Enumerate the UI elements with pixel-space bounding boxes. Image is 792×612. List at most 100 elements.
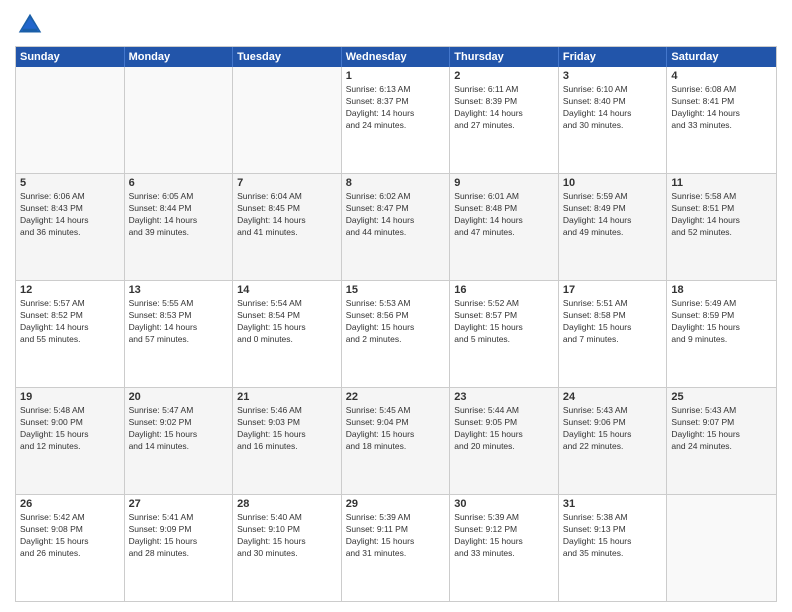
cal-cell-1-4: 9Sunrise: 6:01 AMSunset: 8:48 PMDaylight… (450, 174, 559, 280)
header-day-wednesday: Wednesday (342, 47, 451, 67)
cal-cell-0-2 (233, 67, 342, 173)
day-number: 4 (671, 70, 772, 82)
day-number: 31 (563, 498, 663, 510)
cal-cell-3-6: 25 Sunrise: 5:43 AMSunset: 9:07 PMDayligh… (667, 388, 776, 494)
cal-cell-0-6: 4 Sunrise: 6:08 AMSunset: 8:41 PMDaylight… (667, 67, 776, 173)
cal-cell-4-0: 26 Sunrise: 5:42 AMSunset: 9:08 PMDayligh… (16, 495, 125, 601)
day-number: 3 (563, 70, 663, 82)
cell-content: Sunrise: 5:41 AMSunset: 9:09 PMDaylight:… (129, 512, 229, 560)
cell-content: Sunrise: 5:38 AMSunset: 9:13 PMDaylight:… (563, 512, 663, 560)
cal-cell-0-4: 2 Sunrise: 6:11 AMSunset: 8:39 PMDaylight… (450, 67, 559, 173)
calendar: SundayMondayTuesdayWednesdayThursdayFrid… (15, 46, 777, 602)
cell-content: Sunrise: 5:39 AMSunset: 9:12 PMDaylight:… (454, 512, 554, 560)
cell-content: Sunrise: 5:54 AMSunset: 8:54 PMDaylight:… (237, 298, 337, 346)
cal-cell-4-3: 29 Sunrise: 5:39 AMSunset: 9:11 PMDayligh… (342, 495, 451, 601)
cell-content: Sunrise: 5:52 AMSunset: 8:57 PMDaylight:… (454, 298, 554, 346)
header-day-friday: Friday (559, 47, 668, 67)
day-number: 19 (20, 391, 120, 403)
day-number: 1 (346, 70, 446, 82)
cal-cell-3-2: 21Sunrise: 5:46 AMSunset: 9:03 PMDayligh… (233, 388, 342, 494)
cal-cell-0-5: 3 Sunrise: 6:10 AMSunset: 8:40 PMDaylight… (559, 67, 668, 173)
cal-cell-2-5: 17 Sunrise: 5:51 AMSunset: 8:58 PMDayligh… (559, 281, 668, 387)
header-day-sunday: Sunday (16, 47, 125, 67)
day-number: 25 (671, 391, 772, 403)
cell-content: Sunrise: 5:39 AMSunset: 9:11 PMDaylight:… (346, 512, 446, 560)
cal-cell-2-6: 18 Sunrise: 5:49 AMSunset: 8:59 PMDayligh… (667, 281, 776, 387)
day-number: 26 (20, 498, 120, 510)
cal-cell-2-3: 15 Sunrise: 5:53 AMSunset: 8:56 PMDayligh… (342, 281, 451, 387)
day-number: 24 (563, 391, 663, 403)
cal-cell-2-4: 16 Sunrise: 5:52 AMSunset: 8:57 PMDayligh… (450, 281, 559, 387)
cal-cell-3-4: 23Sunrise: 5:44 AMSunset: 9:05 PMDayligh… (450, 388, 559, 494)
cal-cell-4-6 (667, 495, 776, 601)
cal-cell-0-0 (16, 67, 125, 173)
day-number: 15 (346, 284, 446, 296)
logo-icon (15, 10, 45, 40)
cal-cell-1-2: 7 Sunrise: 6:04 AMSunset: 8:45 PMDaylight… (233, 174, 342, 280)
calendar-header: SundayMondayTuesdayWednesdayThursdayFrid… (16, 47, 776, 67)
cell-content: Sunrise: 6:10 AMSunset: 8:40 PMDaylight:… (563, 84, 663, 132)
cell-content: Sunrise: 5:57 AMSunset: 8:52 PMDaylight:… (20, 298, 120, 346)
day-number: 20 (129, 391, 229, 403)
cell-content: Sunrise: 5:46 AMSunset: 9:03 PMDaylight:… (237, 405, 337, 453)
cal-cell-4-1: 27 Sunrise: 5:41 AMSunset: 9:09 PMDayligh… (125, 495, 234, 601)
day-number: 10 (563, 177, 663, 189)
cal-cell-1-1: 6Sunrise: 6:05 AMSunset: 8:44 PMDaylight… (125, 174, 234, 280)
cal-row-2: 12 Sunrise: 5:57 AMSunset: 8:52 PMDayligh… (16, 281, 776, 388)
cell-content: Sunrise: 5:58 AMSunset: 8:51 PMDaylight:… (671, 191, 772, 239)
cell-content: Sunrise: 5:42 AMSunset: 9:08 PMDaylight:… (20, 512, 120, 560)
cal-cell-1-6: 11 Sunrise: 5:58 AMSunset: 8:51 PMDayligh… (667, 174, 776, 280)
day-number: 12 (20, 284, 120, 296)
cell-content: Sunrise: 6:06 AMSunset: 8:43 PMDaylight:… (20, 191, 120, 239)
cal-cell-3-3: 22 Sunrise: 5:45 AMSunset: 9:04 PMDayligh… (342, 388, 451, 494)
cell-content: Sunrise: 6:08 AMSunset: 8:41 PMDaylight:… (671, 84, 772, 132)
cell-content: Sunrise: 5:48 AMSunset: 9:00 PMDaylight:… (20, 405, 120, 453)
day-number: 18 (671, 284, 772, 296)
day-number: 2 (454, 70, 554, 82)
cell-content: Sunrise: 5:40 AMSunset: 9:10 PMDaylight:… (237, 512, 337, 560)
cal-cell-3-1: 20 Sunrise: 5:47 AMSunset: 9:02 PMDayligh… (125, 388, 234, 494)
cal-cell-2-2: 14Sunrise: 5:54 AMSunset: 8:54 PMDayligh… (233, 281, 342, 387)
day-number: 28 (237, 498, 337, 510)
cell-content: Sunrise: 5:45 AMSunset: 9:04 PMDaylight:… (346, 405, 446, 453)
day-number: 27 (129, 498, 229, 510)
day-number: 17 (563, 284, 663, 296)
header-day-saturday: Saturday (667, 47, 776, 67)
calendar-body: 1 Sunrise: 6:13 AMSunset: 8:37 PMDaylight… (16, 67, 776, 601)
day-number: 11 (671, 177, 772, 189)
cell-content: Sunrise: 5:43 AMSunset: 9:07 PMDaylight:… (671, 405, 772, 453)
day-number: 23 (454, 391, 554, 403)
cell-content: Sunrise: 5:51 AMSunset: 8:58 PMDaylight:… (563, 298, 663, 346)
cell-content: Sunrise: 5:53 AMSunset: 8:56 PMDaylight:… (346, 298, 446, 346)
cell-content: Sunrise: 5:55 AMSunset: 8:53 PMDaylight:… (129, 298, 229, 346)
header-day-tuesday: Tuesday (233, 47, 342, 67)
cal-row-0: 1 Sunrise: 6:13 AMSunset: 8:37 PMDaylight… (16, 67, 776, 174)
cell-content: Sunrise: 6:13 AMSunset: 8:37 PMDaylight:… (346, 84, 446, 132)
cal-cell-4-4: 30Sunrise: 5:39 AMSunset: 9:12 PMDayligh… (450, 495, 559, 601)
day-number: 7 (237, 177, 337, 189)
cal-row-1: 5 Sunrise: 6:06 AMSunset: 8:43 PMDaylight… (16, 174, 776, 281)
cal-cell-1-0: 5 Sunrise: 6:06 AMSunset: 8:43 PMDaylight… (16, 174, 125, 280)
day-number: 6 (129, 177, 229, 189)
day-number: 22 (346, 391, 446, 403)
day-number: 16 (454, 284, 554, 296)
cal-cell-4-5: 31 Sunrise: 5:38 AMSunset: 9:13 PMDayligh… (559, 495, 668, 601)
cal-row-4: 26 Sunrise: 5:42 AMSunset: 9:08 PMDayligh… (16, 495, 776, 601)
cal-cell-3-5: 24 Sunrise: 5:43 AMSunset: 9:06 PMDayligh… (559, 388, 668, 494)
cell-content: Sunrise: 5:43 AMSunset: 9:06 PMDaylight:… (563, 405, 663, 453)
header (15, 10, 777, 40)
day-number: 13 (129, 284, 229, 296)
day-number: 29 (346, 498, 446, 510)
cal-cell-1-3: 8Sunrise: 6:02 AMSunset: 8:47 PMDaylight… (342, 174, 451, 280)
day-number: 8 (346, 177, 446, 189)
cell-content: Sunrise: 6:11 AMSunset: 8:39 PMDaylight:… (454, 84, 554, 132)
cell-content: Sunrise: 5:59 AMSunset: 8:49 PMDaylight:… (563, 191, 663, 239)
cal-cell-3-0: 19 Sunrise: 5:48 AMSunset: 9:00 PMDayligh… (16, 388, 125, 494)
cell-content: Sunrise: 6:04 AMSunset: 8:45 PMDaylight:… (237, 191, 337, 239)
cal-cell-0-1 (125, 67, 234, 173)
day-number: 9 (454, 177, 554, 189)
cell-content: Sunrise: 5:47 AMSunset: 9:02 PMDaylight:… (129, 405, 229, 453)
day-number: 5 (20, 177, 120, 189)
cell-content: Sunrise: 5:49 AMSunset: 8:59 PMDaylight:… (671, 298, 772, 346)
page: SundayMondayTuesdayWednesdayThursdayFrid… (0, 0, 792, 612)
